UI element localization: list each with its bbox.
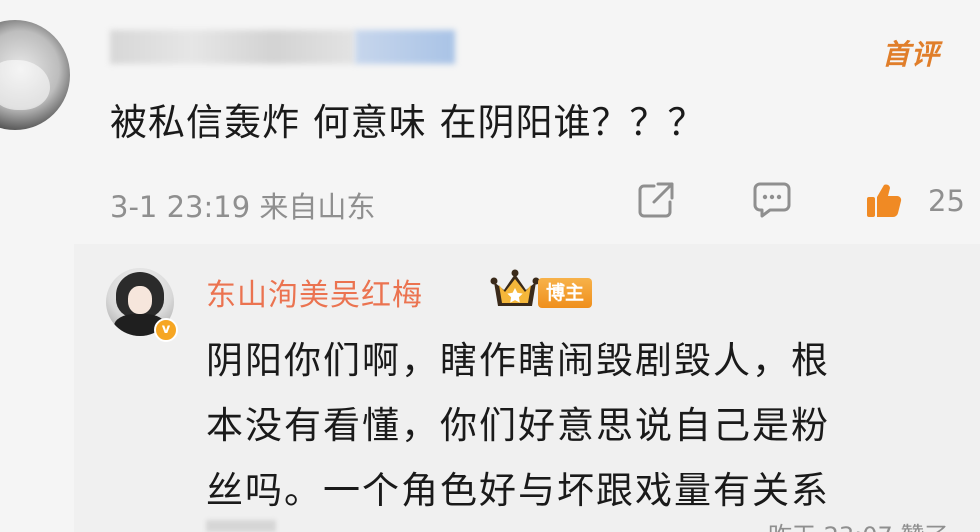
like-count: 25 <box>928 184 965 218</box>
reply-text-line: 阴阳你们啊，瞎作瞎闹毁剧毁人，根 <box>206 339 830 382</box>
reply-text-line: 本没有看懂，你们好意思说自己是粉 <box>206 404 830 447</box>
comment-timestamp: 3-1 23:19 <box>110 190 251 224</box>
comment-location: 来自山东 <box>259 190 376 224</box>
commenter-avatar[interactable] <box>0 20 70 130</box>
comment-text: 被私信轰炸 何意味 在阴阳谁？？？ <box>110 101 706 144</box>
comment-icon[interactable] <box>752 180 792 220</box>
reply-author-name[interactable]: 东山洵美吴红梅 <box>206 270 423 314</box>
weibo-comment-screen: 首评 被私信轰炸 何意味 在阴阳谁？？？ 3-1 23:19 来自山东 25 v… <box>0 0 980 532</box>
blogger-badge: 博主 <box>538 278 593 308</box>
cropped-footer-left <box>206 520 276 532</box>
share-icon[interactable] <box>636 180 676 220</box>
thumbs-up-icon[interactable] <box>864 180 904 220</box>
first-comment-tag: 首评 <box>882 38 941 71</box>
cropped-footer: 昨天 23:07 赞了 <box>768 516 948 532</box>
crown-icon <box>490 268 540 312</box>
verified-v-icon: v <box>154 318 178 342</box>
comment-meta: 3-1 23:19 来自山东 <box>110 184 375 226</box>
commenter-name-blurred[interactable] <box>110 30 455 64</box>
reply-text-line: 丝吗。一个角色好与坏跟戏量有关系 <box>206 469 830 512</box>
